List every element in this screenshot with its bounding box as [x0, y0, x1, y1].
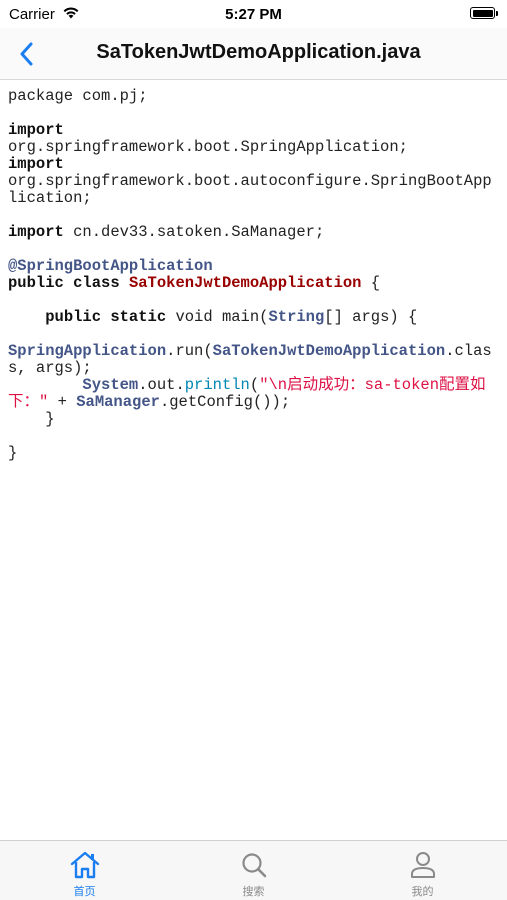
code-close-class: }: [8, 444, 18, 462]
code-spring-application: SpringApplication: [8, 342, 167, 360]
code-annotation: @SpringBootApplication: [8, 257, 213, 275]
code-string-type: String: [268, 308, 325, 326]
code-args-param: [] args) {: [324, 308, 418, 326]
code-get-config: .getConfig());: [159, 393, 291, 411]
back-button[interactable]: [10, 38, 42, 70]
code-open-paren: (: [249, 376, 260, 394]
code-import-keyword: import: [8, 121, 64, 139]
search-icon: [241, 853, 266, 878]
code-class-modifiers: public class: [8, 274, 120, 292]
tab-home[interactable]: 首页: [0, 841, 169, 900]
tab-profile[interactable]: 我的: [338, 841, 507, 900]
battery-icon: [470, 7, 498, 19]
code-class-name: SaTokenJwtDemoApplication: [128, 274, 362, 292]
code-run-call: .run(: [166, 342, 213, 360]
tab-profile-label: 我的: [411, 886, 434, 898]
code-brace-open: {: [361, 274, 381, 292]
code-plus: +: [48, 393, 77, 411]
code-close-method: }: [45, 410, 55, 428]
code-import-keyword: import: [8, 155, 64, 173]
code-import-keyword: import: [8, 223, 64, 241]
code-method-signature: void main(: [166, 308, 269, 326]
code-import-3: cn.dev33.satoken.SaManager;: [63, 223, 325, 241]
chevron-left-icon: [20, 42, 33, 66]
code-package-name: com.pj;: [73, 88, 148, 105]
tab-home-label: 首页: [73, 886, 96, 898]
navigation-bar: SaTokenJwtDemoApplication.java: [0, 28, 507, 80]
tab-bar: 首页 搜索 我的: [0, 840, 507, 900]
code-system: System: [82, 376, 139, 394]
code-import-1: org.springframework.boot.SpringApplicati…: [8, 138, 408, 156]
person-icon: [410, 852, 435, 878]
code-demo-class-ref: SaTokenJwtDemoApplication: [212, 342, 446, 360]
code-samanager-ref: SaManager: [76, 393, 160, 411]
code-package-keyword: package: [8, 88, 74, 105]
tab-search-label: 搜索: [242, 886, 265, 898]
status-bar: Carrier 5:27 PM: [0, 0, 507, 28]
code-println: println: [184, 376, 250, 394]
code-view[interactable]: package com.pj; import org.springframewo…: [8, 88, 500, 828]
code-import-2: org.springframework.boot.autoconfigure.S…: [8, 172, 492, 207]
code-out: .out.: [138, 376, 185, 394]
clock: 5:27 PM: [225, 6, 282, 23]
page-title: SaTokenJwtDemoApplication.java: [96, 41, 421, 63]
source-code: package com.pj; import org.springframewo…: [8, 88, 500, 462]
tab-search[interactable]: 搜索: [169, 841, 338, 900]
code-method-modifiers: public static: [45, 308, 167, 326]
home-icon: [70, 851, 99, 879]
